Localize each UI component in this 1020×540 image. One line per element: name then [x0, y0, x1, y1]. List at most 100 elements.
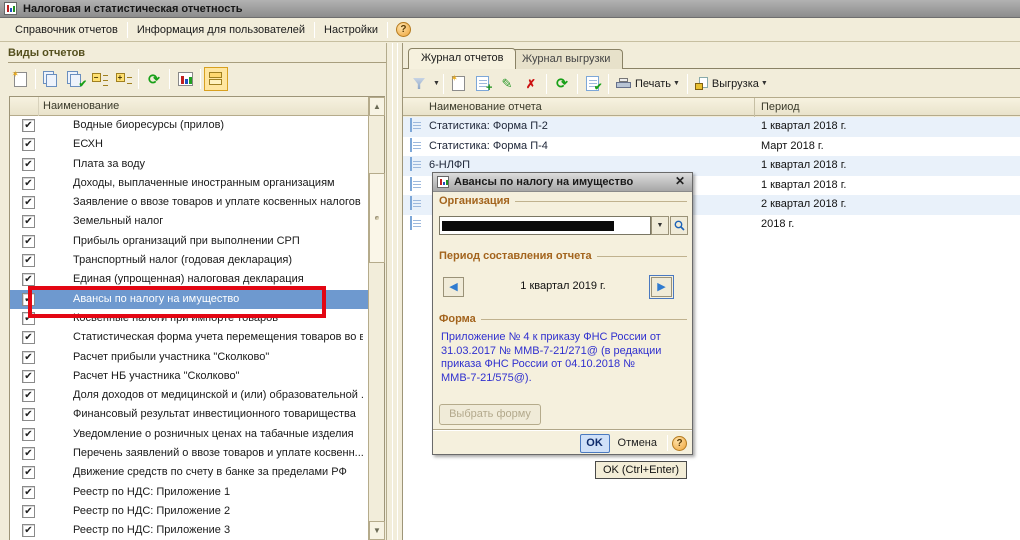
row-checkbox[interactable]: ✔: [22, 408, 35, 421]
list-item[interactable]: ✔ Авансы по налогу на имущество: [10, 290, 368, 309]
row-checkbox[interactable]: ✔: [22, 524, 35, 537]
form-description-line: Приложение № 4 к приказу ФНС России от: [441, 331, 687, 345]
list-item[interactable]: ✔ Движение средств по счету в банке за п…: [10, 463, 368, 482]
list-item[interactable]: ✔ Реестр по НДС: Приложение 1: [10, 483, 368, 502]
new-report-icon[interactable]: ✶: [447, 72, 471, 96]
report-type-name: Финансовый результат инвестиционного тов…: [73, 408, 356, 420]
organization-label: Организация: [439, 195, 515, 207]
print-button[interactable]: Печать ▼: [612, 76, 684, 92]
report-type-name: Реестр по НДС: Приложение 2: [73, 505, 230, 517]
list-item[interactable]: ✔ Доля доходов от медицинской и (или) об…: [10, 386, 368, 405]
row-checkbox[interactable]: ✔: [22, 486, 35, 499]
list-item[interactable]: ✔ Транспортный налог (годовая декларация…: [10, 251, 368, 270]
menu-settings[interactable]: Настройки: [315, 21, 387, 39]
table-row[interactable]: Статистика: Форма П-2 1 квартал 2018 г.: [403, 117, 1020, 137]
list-item[interactable]: ✔ Прибыль организаций при выполнении СРП: [10, 232, 368, 251]
cancel-button[interactable]: Отмена: [610, 434, 665, 453]
list-item[interactable]: ✔ Перечень заявлений о ввозе товаров и у…: [10, 444, 368, 463]
row-checkbox[interactable]: ✔: [22, 138, 35, 151]
new-document-icon[interactable]: ✶: [8, 67, 32, 91]
show-groups-icon[interactable]: [204, 67, 228, 91]
report-type-name: Транспортный налог (годовая декларация): [73, 254, 292, 266]
tab-report-journal[interactable]: Журнал отчетов: [408, 48, 516, 69]
list-item[interactable]: ✔ Земельный налог: [10, 212, 368, 231]
dialog-help-icon[interactable]: ?: [672, 436, 687, 451]
list-scrollbar[interactable]: ▲ ▼: [368, 97, 384, 540]
list-item[interactable]: ✔ Реестр по НДС: Приложение 3: [10, 521, 368, 540]
select-form-button[interactable]: Выбрать форму: [439, 404, 541, 425]
list-item[interactable]: ✔ Расчет прибыли участника "Сколково": [10, 348, 368, 367]
row-checkbox[interactable]: ✔: [22, 370, 35, 383]
refresh-icon[interactable]: ⟳: [550, 72, 574, 96]
list-item[interactable]: ✔ Доходы, выплаченные иностранным органи…: [10, 174, 368, 193]
export-label: Выгрузка: [712, 78, 759, 90]
delete-icon[interactable]: ✗: [519, 72, 543, 96]
scrollbar-thumb[interactable]: [369, 173, 385, 263]
row-checkbox[interactable]: ✔: [22, 254, 35, 267]
tab-export-journal[interactable]: Журнал выгрузки: [509, 49, 623, 69]
row-checkbox[interactable]: ✔: [22, 235, 35, 248]
list-item[interactable]: ✔ Плата за воду: [10, 155, 368, 174]
mark-list-icon[interactable]: ✔: [63, 67, 87, 91]
scroll-up-icon[interactable]: ▲: [369, 97, 385, 116]
menu-user-information[interactable]: Информация для пользователей: [128, 21, 314, 39]
edit-icon[interactable]: ✎: [495, 72, 519, 96]
report-type-name: Расчет прибыли участника "Сколково": [73, 351, 269, 363]
next-period-icon[interactable]: ▶: [651, 277, 672, 297]
list-item[interactable]: ✔ Косвенные налоги при импорте товаров: [10, 309, 368, 328]
list-item[interactable]: ✔ Водные биоресурсы (прилов): [10, 116, 368, 135]
organization-search-icon[interactable]: [670, 216, 688, 235]
row-checkbox[interactable]: ✔: [22, 389, 35, 402]
list-item[interactable]: ✔ Расчет НБ участника "Сколково": [10, 367, 368, 386]
row-checkbox[interactable]: ✔: [22, 215, 35, 228]
copy-report-icon[interactable]: +: [471, 72, 495, 96]
report-doc-icon: [410, 197, 412, 209]
report-type-name: Доходы, выплаченные иностранным организа…: [73, 177, 335, 189]
export-button[interactable]: Выгрузка ▼: [691, 75, 772, 92]
copy-list-icon[interactable]: [39, 67, 63, 91]
organization-field[interactable]: [439, 216, 651, 235]
close-icon[interactable]: ✕: [672, 175, 688, 189]
row-checkbox[interactable]: ✔: [22, 447, 35, 460]
table-row[interactable]: Статистика: Форма П-4 Март 2018 г.: [403, 137, 1020, 157]
row-checkbox[interactable]: ✔: [22, 119, 35, 132]
journal-table-header[interactable]: Наименование отчета Период: [403, 97, 1020, 116]
list-item[interactable]: ✔ Статистическая форма учета перемещения…: [10, 328, 368, 347]
report-chart-icon[interactable]: [173, 67, 197, 91]
filter-icon[interactable]: [407, 72, 431, 96]
help-icon[interactable]: ?: [396, 22, 411, 37]
row-checkbox[interactable]: ✔: [22, 196, 35, 209]
list-item[interactable]: ✔ Финансовый результат инвестиционного т…: [10, 405, 368, 424]
panel-splitter[interactable]: [386, 43, 387, 540]
row-checkbox[interactable]: ✔: [22, 505, 35, 518]
report-type-name: Косвенные налоги при импорте товаров: [73, 312, 278, 324]
row-checkbox[interactable]: ✔: [22, 466, 35, 479]
list-item[interactable]: ✔ Единая (упрощенная) налоговая декларац…: [10, 270, 368, 289]
check-report-icon[interactable]: ✔: [581, 72, 605, 96]
print-label: Печать: [635, 78, 671, 90]
expand-tree-icon[interactable]: +: [111, 67, 135, 91]
list-header[interactable]: Наименование: [10, 97, 384, 116]
row-checkbox[interactable]: ✔: [22, 351, 35, 364]
filter-dropdown-icon[interactable]: ▼: [433, 80, 440, 87]
list-item[interactable]: ✔ Заявление о ввозе товаров и уплате кос…: [10, 193, 368, 212]
list-item[interactable]: ✔ Реестр по НДС: Приложение 2: [10, 502, 368, 521]
refresh-icon[interactable]: ⟳: [142, 67, 166, 91]
organization-dropdown-icon[interactable]: ▼: [651, 216, 669, 235]
row-checkbox[interactable]: ✔: [22, 158, 35, 171]
list-item[interactable]: ✔ ЕСХН: [10, 135, 368, 154]
row-checkbox[interactable]: ✔: [22, 312, 35, 325]
scroll-down-icon[interactable]: ▼: [369, 521, 385, 540]
list-item[interactable]: ✔ Уведомление о розничных ценах на табач…: [10, 425, 368, 444]
menu-report-directory[interactable]: Справочник отчетов: [6, 21, 127, 39]
ok-button[interactable]: OK: [580, 434, 610, 453]
row-checkbox[interactable]: ✔: [22, 428, 35, 441]
row-checkbox[interactable]: ✔: [22, 293, 35, 306]
row-checkbox[interactable]: ✔: [22, 273, 35, 286]
collapse-tree-icon[interactable]: −: [87, 67, 111, 91]
panel-splitter-line: [397, 43, 398, 540]
row-checkbox[interactable]: ✔: [22, 177, 35, 190]
report-type-name: Реестр по НДС: Приложение 3: [73, 524, 230, 536]
previous-period-icon[interactable]: ◀: [443, 277, 464, 297]
row-checkbox[interactable]: ✔: [22, 331, 35, 344]
